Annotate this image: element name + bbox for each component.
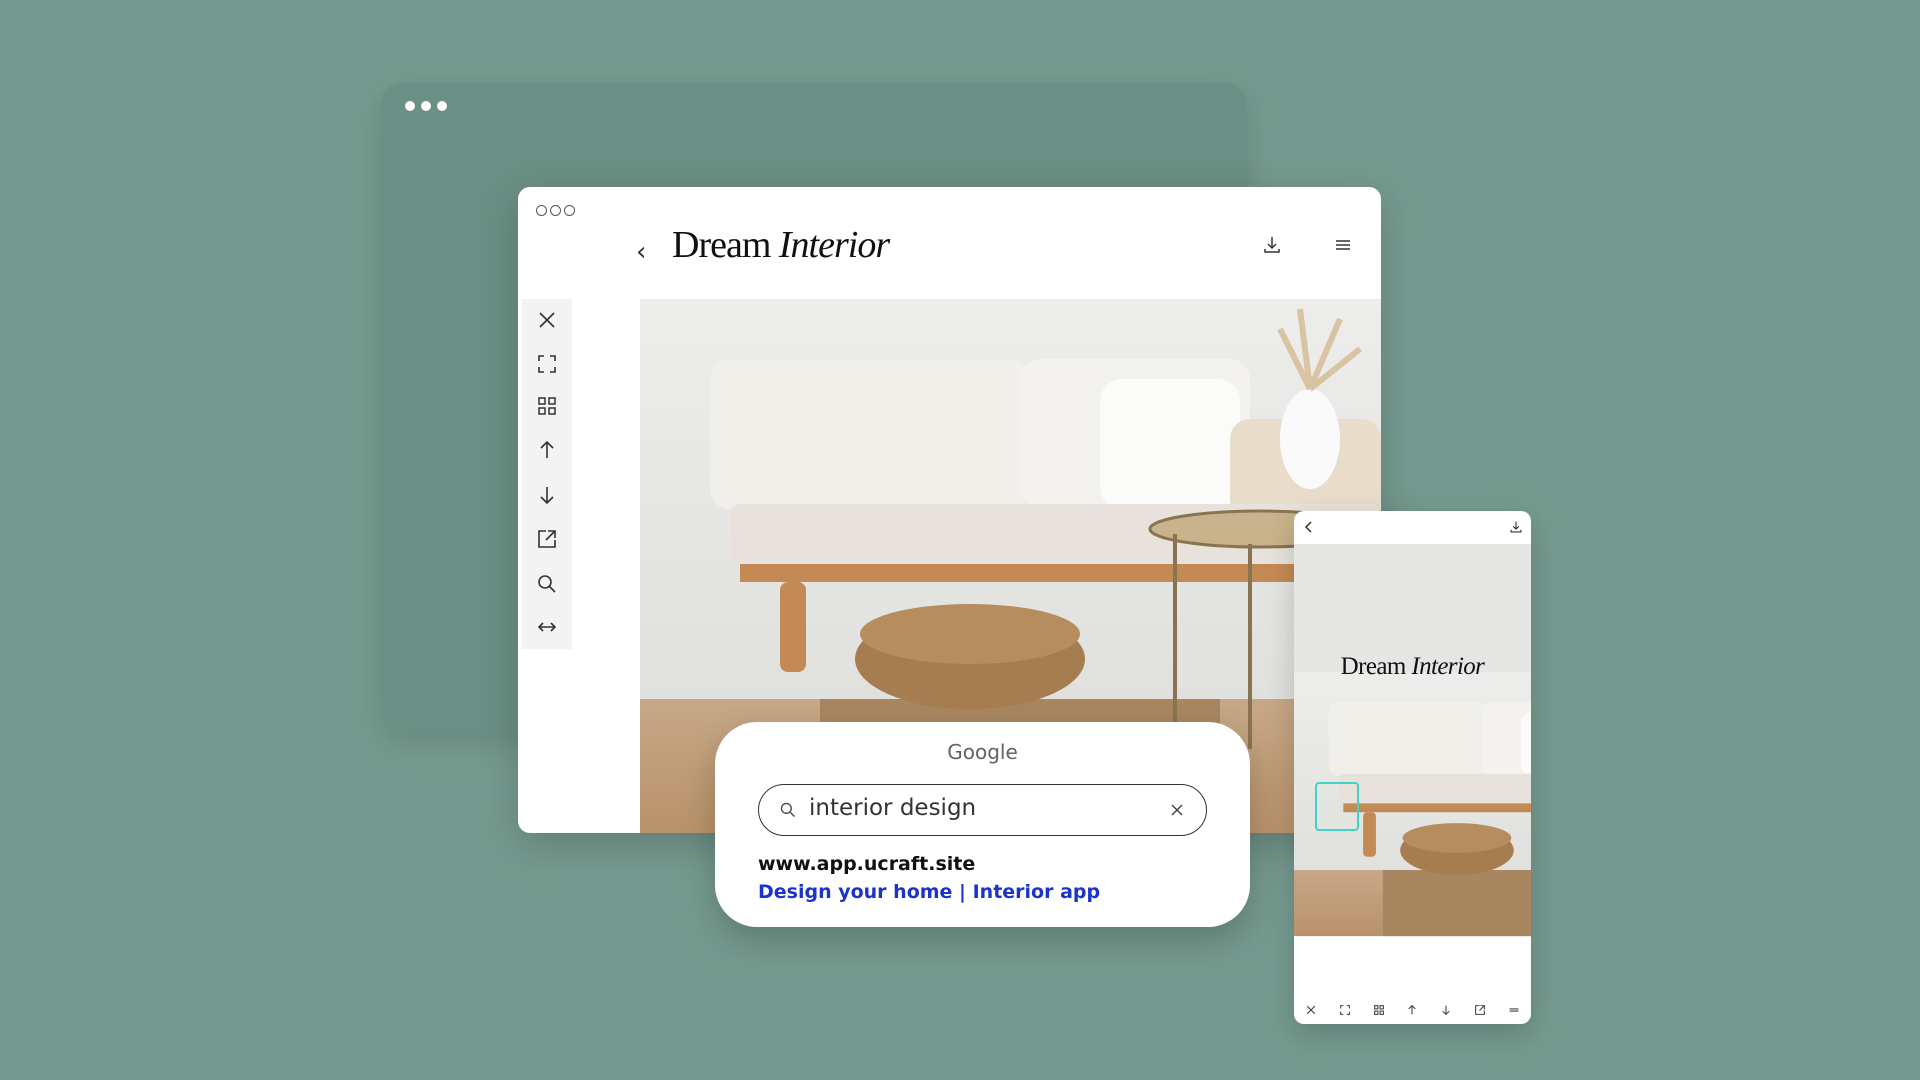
search-field[interactable] [758, 784, 1207, 836]
arrow-down-icon[interactable] [1440, 1004, 1452, 1016]
mobile-preview: Dream Interior [1294, 511, 1531, 1024]
window-controls[interactable] [536, 205, 575, 216]
close-icon[interactable] [536, 309, 558, 331]
grid-icon[interactable] [536, 395, 558, 417]
google-search-card: Google www.app.ucraft.site Design your h… [715, 722, 1250, 927]
selection-highlight [1315, 782, 1359, 831]
search-icon [780, 802, 796, 818]
search-input[interactable] [809, 795, 1139, 821]
arrow-up-icon[interactable] [536, 439, 558, 461]
phone-toolbar [1294, 996, 1531, 1024]
result-url: www.app.ucraft.site [758, 853, 976, 875]
grid-icon[interactable] [1373, 1004, 1385, 1016]
chevron-left-icon[interactable]: ‹ [636, 237, 646, 267]
fullscreen-icon[interactable] [536, 353, 558, 375]
google-logo: Google [947, 740, 1018, 764]
clear-icon[interactable] [1170, 803, 1184, 817]
external-link-icon[interactable] [1474, 1004, 1486, 1016]
phone-photo: Dream Interior [1294, 544, 1531, 996]
fullscreen-icon[interactable] [1339, 1004, 1351, 1016]
close-icon[interactable] [1305, 1004, 1317, 1016]
menu-icon[interactable] [1333, 235, 1353, 255]
download-icon[interactable] [1509, 520, 1523, 534]
menu-icon[interactable] [1508, 1004, 1520, 1016]
download-icon[interactable] [1262, 235, 1282, 255]
toolbar-sidebar [522, 299, 572, 649]
resize-horizontal-icon[interactable] [536, 616, 558, 638]
page-title: Dream Interior [672, 224, 890, 266]
arrow-up-icon[interactable] [1406, 1004, 1418, 1016]
phone-title: Dream Interior [1340, 653, 1485, 680]
result-title-link[interactable]: Design your home | Interior app [758, 881, 1100, 903]
external-link-icon[interactable] [536, 528, 558, 550]
window-dots [405, 101, 447, 111]
arrow-down-icon[interactable] [536, 484, 558, 506]
chevron-left-icon[interactable] [1302, 520, 1316, 534]
search-icon[interactable] [536, 573, 558, 595]
